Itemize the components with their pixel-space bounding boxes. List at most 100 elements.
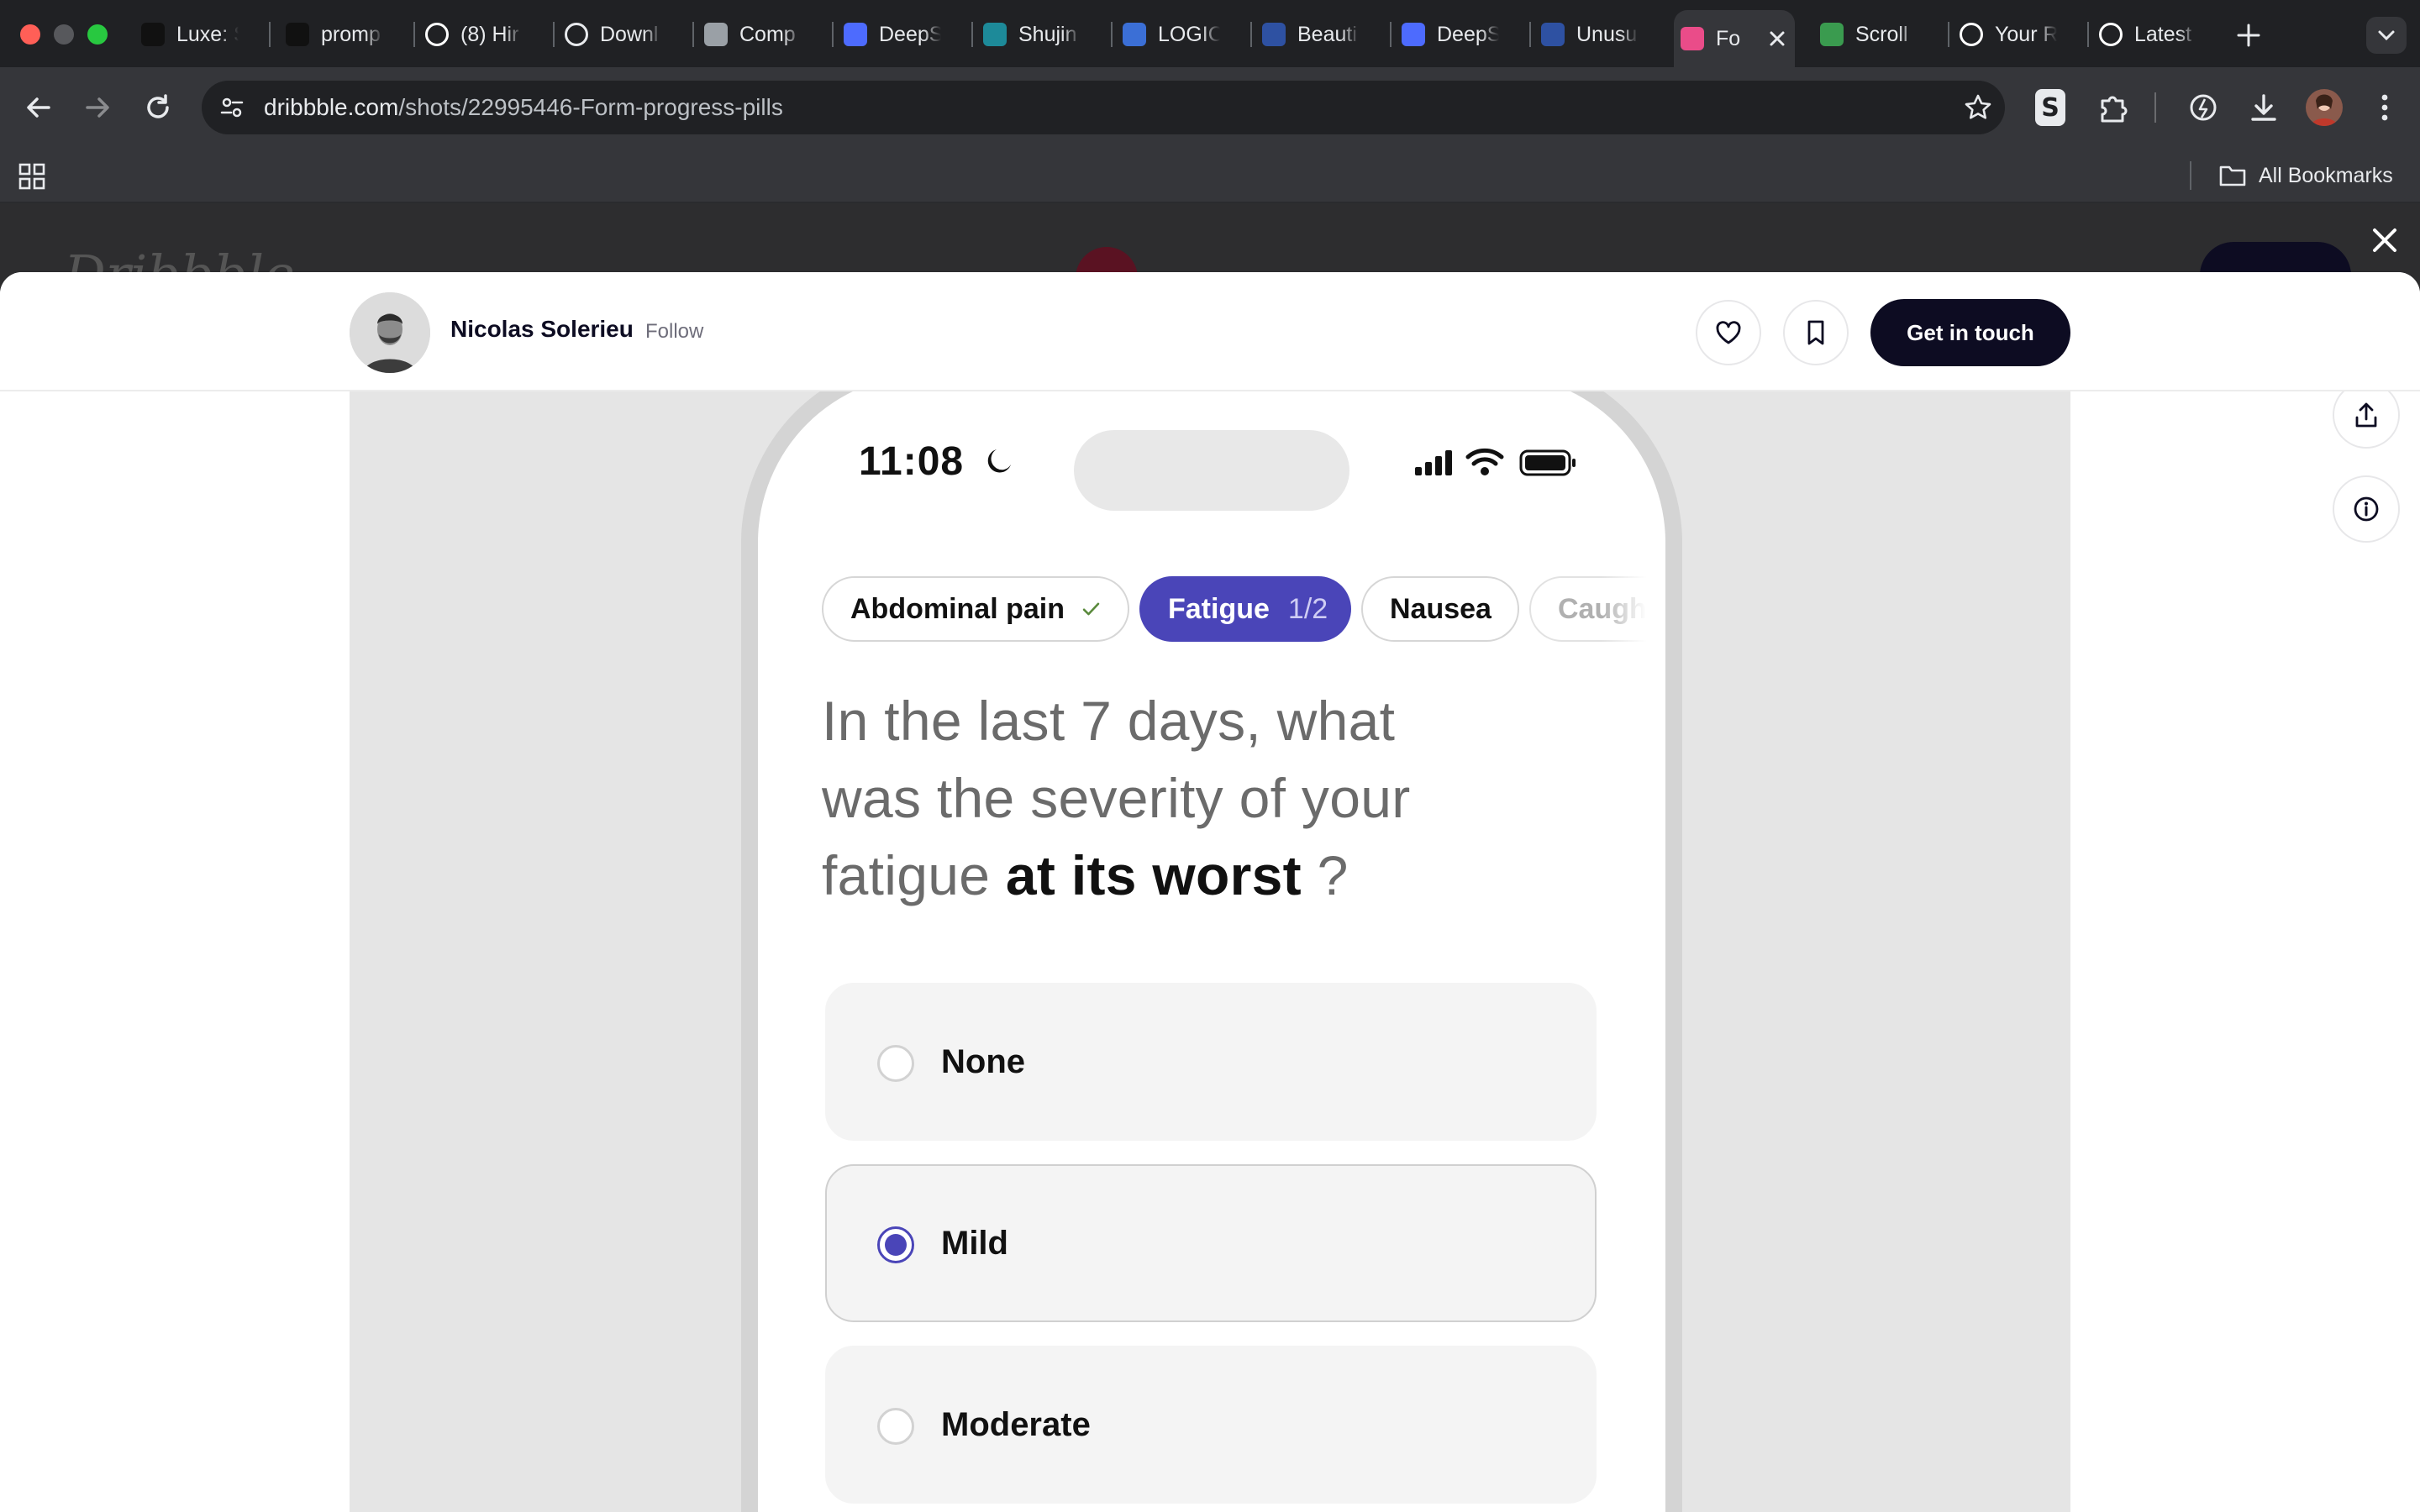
tab-title: Latest [2134, 22, 2192, 46]
extensions-button[interactable] [2096, 89, 2133, 126]
close-window-button[interactable] [20, 24, 40, 45]
pill-abdominal-pain[interactable]: Abdominal pain [822, 576, 1129, 642]
tab-title: Scroll [1855, 22, 1908, 46]
question-text: In the last 7 days, what was the severit… [822, 682, 1477, 914]
github-icon [1960, 23, 1983, 46]
tab-8[interactable]: LOGIC [1116, 13, 1242, 55]
new-tab-button[interactable] [2232, 18, 2265, 52]
option-mild[interactable]: Mild [825, 1164, 1597, 1322]
grid-icon [18, 163, 45, 190]
back-button[interactable] [20, 89, 57, 126]
chrome-menu-button[interactable] [2370, 89, 2400, 126]
bookmark-star-button[interactable] [1963, 92, 1993, 123]
tab-1[interactable]: Luxe: S [134, 13, 260, 55]
all-bookmarks-label: All Bookmarks [2259, 163, 2393, 187]
tab-5[interactable]: Comp [697, 13, 823, 55]
chevron-down-icon [2378, 30, 2395, 41]
like-button[interactable] [1696, 300, 1761, 365]
tab-13[interactable]: Scroll [1813, 13, 1939, 55]
radio-moderate[interactable] [877, 1408, 914, 1445]
tab-15[interactable]: Latest [2092, 13, 2218, 55]
shujin-b-icon [983, 23, 1007, 46]
tab-2[interactable]: promp [279, 13, 405, 55]
tab-separator [1948, 22, 1949, 47]
shot-modal: Nicolas Solerieu Follow Get in touch 11:… [0, 272, 2420, 1512]
reload-button[interactable] [139, 89, 176, 126]
apps-button[interactable] [17, 161, 47, 192]
address-bar[interactable]: dribbble.com/shots/22995446-Form-progres… [202, 81, 2005, 134]
tab-separator [1529, 22, 1531, 47]
info-button[interactable] [2333, 475, 2400, 543]
logic-circle-icon [1123, 23, 1146, 46]
radio-mild[interactable] [877, 1226, 914, 1263]
downloads-button[interactable] [2245, 89, 2282, 126]
tab-7[interactable]: Shujin [976, 13, 1102, 55]
reload-icon [147, 94, 169, 118]
status-time-text: 11:08 [859, 439, 965, 484]
tab-separator [692, 22, 694, 47]
question-emphasis: at its worst [1005, 844, 1302, 906]
get-in-touch-button[interactable]: Get in touch [1870, 299, 2070, 366]
close-modal-button[interactable] [2366, 222, 2403, 259]
option-moderate[interactable]: Moderate [825, 1346, 1597, 1504]
tab-separator [413, 22, 415, 47]
wifi-icon [1465, 447, 1504, 477]
all-bookmarks-button[interactable]: All Bookmarks [2218, 163, 2393, 188]
info-icon [2354, 496, 2379, 522]
tab-title: Fo [1716, 26, 1741, 50]
url-domain: dribbble.com [264, 94, 399, 120]
designer-avatar[interactable] [350, 292, 430, 373]
luxe-logo-icon [141, 23, 165, 46]
tab-6[interactable]: DeepS [837, 13, 963, 55]
tab-title: DeepS [1437, 22, 1499, 46]
forward-button[interactable] [79, 89, 116, 126]
save-button[interactable] [1783, 300, 1849, 365]
tab-4[interactable]: Downl [558, 13, 684, 55]
plus-icon [2237, 24, 2260, 47]
notion-icon [425, 23, 449, 46]
url-path: /shots/22995446-Form-progress-pills [398, 94, 783, 120]
tab-title: LOGIC [1158, 22, 1220, 46]
site-info-button[interactable] [217, 92, 247, 123]
phone-screen: 11:08 Abdominal pain Fatigue 1/2 Nausea … [758, 375, 1665, 1512]
option-none[interactable]: None [825, 983, 1597, 1141]
browser-title-bar: Luxe: S promp (8) Hir Downl Comp DeepS Shujin L… [0, 0, 2420, 67]
tab-separator [2087, 22, 2089, 47]
follow-link[interactable]: Follow [645, 320, 703, 344]
tab-separator [269, 22, 271, 47]
pill-fade-overlay [1602, 573, 1665, 645]
s-extension-icon[interactable]: S [2035, 89, 2065, 126]
tab-11[interactable]: Unusu [1534, 13, 1660, 55]
tab-12[interactable]: Fo [1674, 10, 1795, 67]
zoom-window-button[interactable] [87, 24, 108, 45]
pill-count: 1/2 [1287, 592, 1328, 625]
minimize-window-button[interactable] [54, 24, 74, 45]
performance-button[interactable] [2185, 89, 2222, 126]
tab-separator [832, 22, 834, 47]
pill-nausea[interactable]: Nausea [1361, 576, 1519, 642]
tune-icon [220, 97, 244, 118]
tab-9[interactable]: Beauti [1255, 13, 1381, 55]
tab-3[interactable]: (8) Hir [418, 13, 544, 55]
producthunt-p-icon [1820, 23, 1844, 46]
radio-none[interactable] [877, 1045, 914, 1082]
url-text[interactable]: dribbble.com/shots/22995446-Form-progres… [264, 94, 783, 121]
close-icon [1770, 31, 1785, 46]
shot-media: 11:08 Abdominal pain Fatigue 1/2 Nausea … [350, 358, 2070, 1512]
pill-fatigue[interactable]: Fatigue 1/2 [1139, 576, 1351, 642]
heart-icon [1716, 321, 1741, 344]
chat-bubble-icon [286, 23, 309, 46]
tab-title: (8) Hir [460, 22, 519, 46]
profile-avatar[interactable] [2306, 89, 2343, 126]
share-button[interactable] [2333, 381, 2400, 449]
tab-search-button[interactable] [2366, 17, 2407, 54]
option-label: Mild [941, 1225, 1008, 1262]
checkmark-icon [1082, 602, 1100, 616]
close-tab-button[interactable] [1766, 28, 1788, 50]
designer-name[interactable]: Nicolas Solerieu [450, 316, 634, 343]
download-icon [565, 23, 588, 46]
tab-10[interactable]: DeepS [1395, 13, 1521, 55]
option-label: None [941, 1043, 1025, 1080]
tab-14[interactable]: Your R [1953, 13, 2079, 55]
openai-icon [2099, 23, 2123, 46]
